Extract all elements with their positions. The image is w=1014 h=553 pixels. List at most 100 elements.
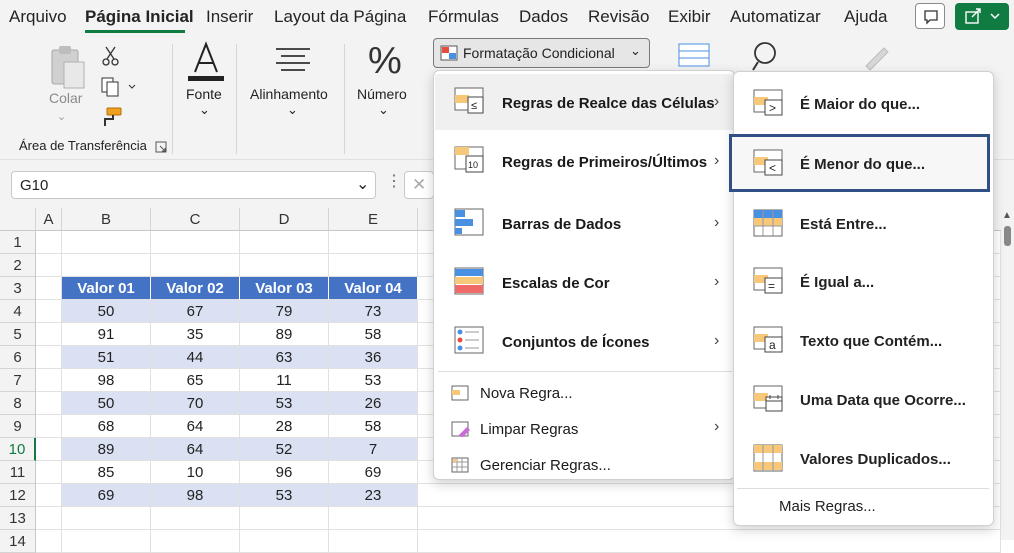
empty-cell[interactable]	[62, 507, 151, 530]
row-header[interactable]: 5	[0, 323, 36, 346]
find-icon[interactable]	[750, 40, 784, 74]
table-cell[interactable]: 73	[329, 300, 418, 323]
table-cell[interactable]: 35	[151, 323, 240, 346]
table-cell[interactable]: 91	[62, 323, 151, 346]
share-button[interactable]	[955, 3, 1009, 30]
empty-cell[interactable]	[240, 254, 329, 277]
empty-cell[interactable]	[62, 231, 151, 254]
table-cell[interactable]: 64	[151, 438, 240, 461]
table-cell[interactable]: 58	[329, 323, 418, 346]
row-header[interactable]: 11	[0, 461, 36, 484]
row-header[interactable]: 12	[0, 484, 36, 507]
row-header[interactable]: 1	[0, 231, 36, 254]
table-cell[interactable]: 52	[240, 438, 329, 461]
table-cell[interactable]: 50	[62, 392, 151, 415]
empty-cell[interactable]	[62, 254, 151, 277]
table-cell[interactable]: 64	[151, 415, 240, 438]
tab-exibir[interactable]: Exibir	[668, 7, 711, 27]
submenu-item-greater-than[interactable]: > É Maior do que...	[733, 76, 994, 126]
chevron-down-icon[interactable]: ⌄	[356, 174, 369, 194]
copy-icon[interactable]	[100, 76, 140, 98]
table-cell[interactable]: 28	[240, 415, 329, 438]
empty-cell[interactable]	[151, 507, 240, 530]
menu-item-top-bottom-rules[interactable]: 10 Regras de Primeiros/Últimos ›	[434, 133, 734, 189]
row-header[interactable]: 4	[0, 300, 36, 323]
menu-item-icon-sets[interactable]: Conjuntos de Ícones ›	[434, 313, 734, 369]
cut-icon[interactable]	[100, 44, 122, 68]
table-cell[interactable]: 70	[151, 392, 240, 415]
empty-cell[interactable]	[151, 530, 240, 553]
dialog-launcher-icon[interactable]	[155, 141, 167, 153]
table-cell[interactable]: 96	[240, 461, 329, 484]
row-header[interactable]: 7	[0, 369, 36, 392]
comments-button[interactable]	[915, 3, 945, 29]
tab-layout[interactable]: Layout da Página	[274, 7, 406, 27]
menu-item-highlight-rules[interactable]: ≤ Regras de Realce das Células ›	[434, 74, 734, 130]
row-header[interactable]: 3	[0, 277, 36, 300]
submenu-item-date-occurring[interactable]: Uma Data que Ocorre...	[733, 372, 994, 422]
number-format-icon[interactable]: %	[368, 40, 402, 83]
row-header[interactable]: 2	[0, 254, 36, 277]
tab-pagina-inicial[interactable]: Página Inicial	[85, 7, 194, 27]
table-cell[interactable]: 7	[329, 438, 418, 461]
submenu-item-between[interactable]: Está Entre...	[733, 196, 994, 246]
table-cell[interactable]: 53	[240, 484, 329, 507]
tab-automatizar[interactable]: Automatizar	[730, 7, 821, 27]
conditional-formatting-button[interactable]: Formatação Condicional ⌄	[433, 38, 650, 68]
submenu-item-less-than[interactable]: < É Menor do que...	[733, 136, 994, 186]
table-cell[interactable]: 69	[62, 484, 151, 507]
table-cell[interactable]: 36	[329, 346, 418, 369]
select-all-corner[interactable]	[0, 208, 36, 231]
submenu-item-duplicate-values[interactable]: Valores Duplicados...	[733, 431, 994, 481]
table-cell[interactable]: 50	[62, 300, 151, 323]
empty-cell[interactable]	[329, 254, 418, 277]
table-cell[interactable]: 69	[329, 461, 418, 484]
tab-ajuda[interactable]: Ajuda	[844, 7, 887, 27]
empty-cell[interactable]	[329, 530, 418, 553]
alignment-icon[interactable]	[274, 46, 312, 74]
empty-cell[interactable]	[36, 530, 62, 553]
empty-cell[interactable]	[151, 231, 240, 254]
menu-item-clear-rules[interactable]: Limpar Regras ›	[434, 413, 734, 447]
empty-cell[interactable]	[36, 277, 62, 300]
table-cell[interactable]: 53	[240, 392, 329, 415]
column-header-a[interactable]: A	[36, 208, 62, 231]
empty-cell[interactable]	[36, 231, 62, 254]
table-header-cell[interactable]: Valor 03	[240, 277, 329, 300]
table-cell[interactable]: 26	[329, 392, 418, 415]
tab-inserir[interactable]: Inserir	[206, 7, 253, 27]
table-cell[interactable]: 63	[240, 346, 329, 369]
empty-cell[interactable]	[329, 231, 418, 254]
row-header[interactable]: 13	[0, 507, 36, 530]
cancel-button[interactable]: ✕	[404, 171, 434, 199]
column-header-e[interactable]: E	[329, 208, 418, 231]
scrollbar-thumb[interactable]	[1004, 226, 1011, 246]
paste-icon[interactable]	[48, 44, 88, 94]
row-header[interactable]: 9	[0, 415, 36, 438]
empty-cell[interactable]	[62, 530, 151, 553]
empty-cell[interactable]	[418, 530, 1001, 553]
row-header[interactable]: 10	[0, 438, 36, 461]
format-painter-icon[interactable]	[99, 106, 123, 128]
menu-item-manage-rules[interactable]: Gerenciar Regras...	[434, 449, 734, 483]
column-header-d[interactable]: D	[240, 208, 329, 231]
table-cell[interactable]: 98	[151, 484, 240, 507]
row-header[interactable]: 8	[0, 392, 36, 415]
row-header[interactable]: 6	[0, 346, 36, 369]
column-header-b[interactable]: B	[62, 208, 151, 231]
empty-cell[interactable]	[240, 507, 329, 530]
table-cell[interactable]: 79	[240, 300, 329, 323]
table-cell[interactable]: 67	[151, 300, 240, 323]
empty-cell[interactable]	[36, 392, 62, 415]
table-cell[interactable]: 65	[151, 369, 240, 392]
empty-cell[interactable]	[36, 254, 62, 277]
empty-cell[interactable]	[36, 484, 62, 507]
empty-cell[interactable]	[36, 438, 62, 461]
empty-cell[interactable]	[329, 507, 418, 530]
empty-cell[interactable]	[36, 323, 62, 346]
empty-cell[interactable]	[36, 369, 62, 392]
tab-formulas[interactable]: Fórmulas	[428, 7, 499, 27]
add-ins-icon[interactable]	[856, 40, 896, 72]
menu-item-color-scales[interactable]: Escalas de Cor ›	[434, 254, 734, 310]
empty-cell[interactable]	[36, 461, 62, 484]
